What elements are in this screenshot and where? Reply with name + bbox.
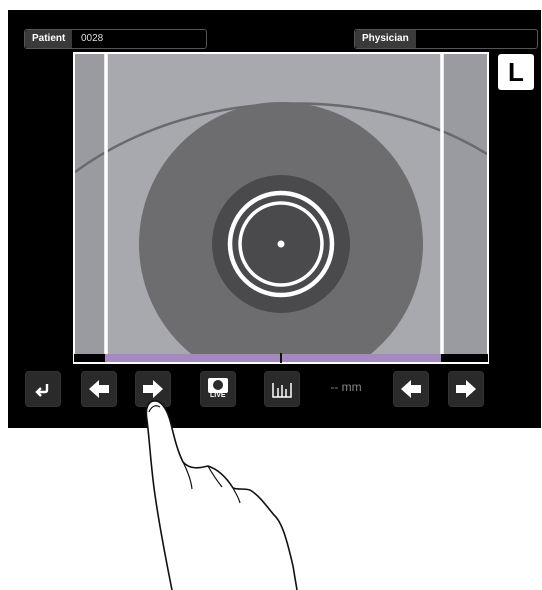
adjust-right-button[interactable] <box>448 371 484 407</box>
live-camera-icon: LIVE <box>207 377 229 401</box>
eye-image-viewer[interactable] <box>73 52 489 364</box>
device-screen: Patient 0028 Physician L LIVE -- mm <box>8 10 541 428</box>
arrow-right-icon <box>456 380 476 398</box>
live-label: LIVE <box>210 392 226 399</box>
eye-scan-image <box>75 54 487 362</box>
back-button[interactable] <box>25 371 61 407</box>
adjust-left-button[interactable] <box>393 371 429 407</box>
move-left-button[interactable] <box>81 371 117 407</box>
patient-id-value: 0028 <box>81 33 104 44</box>
patient-field[interactable]: Patient 0028 <box>24 29 207 49</box>
scan-range-bar <box>74 353 488 363</box>
back-icon <box>35 384 49 397</box>
histogram-button[interactable] <box>264 371 300 407</box>
center-tick <box>280 353 282 363</box>
physician-label: Physician <box>355 30 416 48</box>
eye-indicator-badge: L <box>498 54 534 90</box>
patient-label: Patient <box>25 30 73 48</box>
live-view-button[interactable]: LIVE <box>200 371 236 407</box>
arrow-left-icon <box>89 380 109 398</box>
arrow-right-icon <box>143 380 163 398</box>
histogram-icon <box>272 383 292 398</box>
arrow-left-icon <box>401 380 421 398</box>
scan-range-indicator <box>105 354 441 362</box>
move-right-button[interactable] <box>135 371 171 407</box>
physician-field[interactable]: Physician <box>354 29 538 49</box>
measurement-readout: -- mm <box>330 380 362 394</box>
